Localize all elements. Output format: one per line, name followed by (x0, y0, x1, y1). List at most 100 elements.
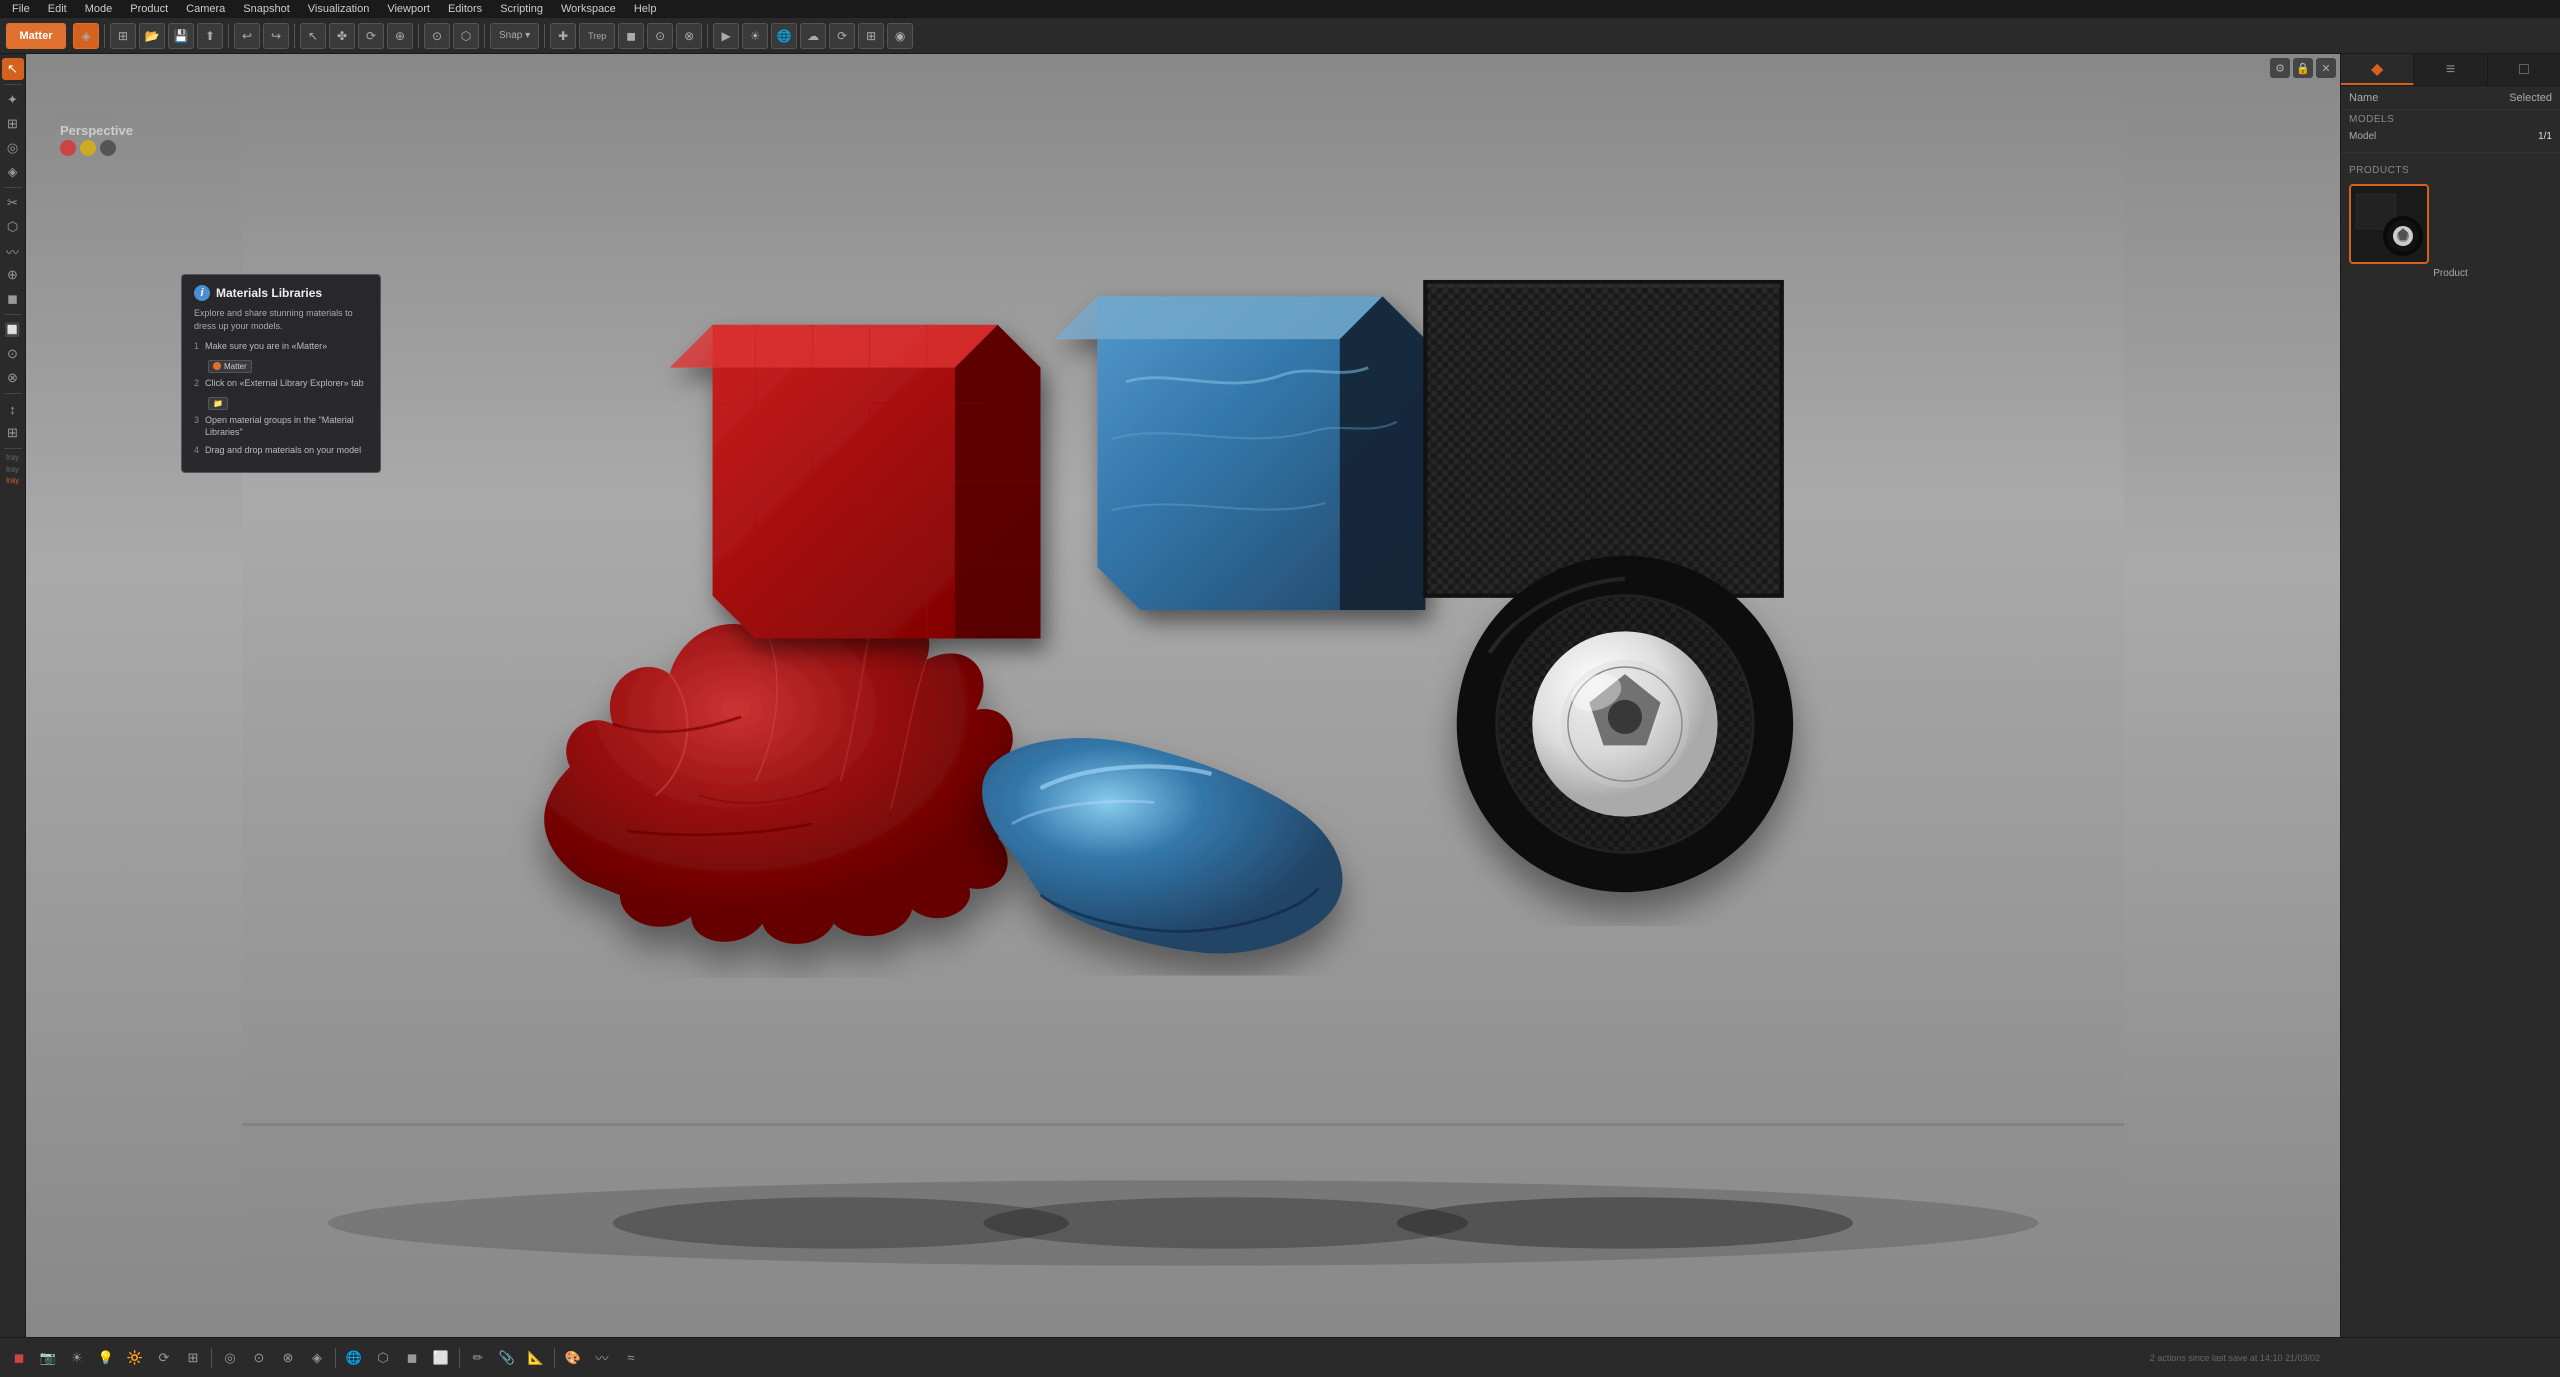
toolbar-sync[interactable]: ⟳ (829, 23, 855, 49)
bt-light1[interactable]: 💡 (93, 1345, 119, 1371)
bt-grid[interactable]: ⊞ (180, 1345, 206, 1371)
bt-scene2[interactable]: ⊙ (246, 1345, 272, 1371)
left-tool-14[interactable]: ⊞ (2, 422, 24, 444)
bt-render[interactable]: ◼ (6, 1345, 32, 1371)
bt-pen[interactable]: ✏ (465, 1345, 491, 1371)
menu-scripting[interactable]: Scripting (492, 1, 551, 17)
product-thumbnail[interactable] (2349, 184, 2429, 264)
bt-measure[interactable]: 📐 (523, 1345, 549, 1371)
menu-visualization[interactable]: Visualization (300, 1, 378, 17)
bt-extra2[interactable]: ⬡ (370, 1345, 396, 1371)
toolbar-cloud[interactable]: ☁ (800, 23, 826, 49)
toolbar-snap-dropdown[interactable]: Snap ▾ (490, 23, 539, 49)
toolbar-trep[interactable]: Trep (579, 23, 615, 49)
menu-product[interactable]: Product (122, 1, 176, 17)
bt-scene3[interactable]: ⊗ (275, 1345, 301, 1371)
menu-workspace[interactable]: Workspace (553, 1, 624, 17)
toolbar-rotate[interactable]: ⟳ (358, 23, 384, 49)
toolbar-cam2[interactable]: ⊗ (676, 23, 702, 49)
left-tool-13[interactable]: ↕ (2, 398, 24, 420)
viewport-3d[interactable]: Product Perspective ⚙ 🔒 ✕ (26, 54, 2340, 1337)
menu-edit[interactable]: Edit (40, 1, 75, 17)
toolbar-light[interactable]: ☀ (742, 23, 768, 49)
menu-file[interactable]: File (4, 1, 38, 17)
rp-tab-properties[interactable]: ◆ (2341, 54, 2414, 85)
toolbar-mode-btn[interactable]: ◈ (73, 23, 99, 49)
bt-sep-4 (554, 1348, 555, 1368)
left-tool-11[interactable]: ⊙ (2, 343, 24, 365)
left-tool-1[interactable]: ✦ (2, 89, 24, 111)
bt-hdri[interactable]: ☀ (64, 1345, 90, 1371)
left-tool-12[interactable]: ⊗ (2, 367, 24, 389)
app-logo: Matter (6, 23, 66, 49)
vp-icon-red[interactable] (60, 140, 76, 156)
toolbar-snap[interactable]: ⊙ (424, 23, 450, 49)
toolbar-extra1[interactable]: ⊞ (858, 23, 884, 49)
bt-extra1[interactable]: 🌐 (341, 1345, 367, 1371)
vp-icon-dark[interactable] (100, 140, 116, 156)
tooltip-folder-btn[interactable]: 📁 (208, 397, 228, 410)
menu-help[interactable]: Help (626, 1, 665, 17)
toolbar-open[interactable]: 📂 (139, 23, 165, 49)
menu-camera[interactable]: Camera (178, 1, 233, 17)
toolbar-select[interactable]: ↖ (300, 23, 326, 49)
bt-curve[interactable]: 〰 (589, 1345, 615, 1371)
menu-mode[interactable]: Mode (77, 1, 121, 17)
bt-light2[interactable]: 🔆 (122, 1345, 148, 1371)
vp-tr-close[interactable]: ✕ (2316, 58, 2336, 78)
viewport-label-area: Product Perspective (52, 108, 141, 160)
bt-mat[interactable]: ◈ (304, 1345, 330, 1371)
menu-viewport[interactable]: Viewport (379, 1, 438, 17)
toolbar-env[interactable]: 🌐 (771, 23, 797, 49)
menu-snapshot[interactable]: Snapshot (235, 1, 297, 17)
left-tool-8[interactable]: ⊕ (2, 264, 24, 286)
bt-snapshot[interactable]: 📷 (35, 1345, 61, 1371)
menubar: File Edit Mode Product Camera Snapshot V… (0, 0, 2560, 18)
bt-extra3[interactable]: ◼ (399, 1345, 425, 1371)
bt-anim[interactable]: ⟳ (151, 1345, 177, 1371)
iray-label-1[interactable]: Iray (6, 453, 19, 463)
left-tool-9[interactable]: ◼ (2, 288, 24, 310)
bt-color[interactable]: 🎨 (560, 1345, 586, 1371)
toolbar-save[interactable]: 💾 (168, 23, 194, 49)
toolbar-cam1[interactable]: ⊙ (647, 23, 673, 49)
toolbar-anim[interactable]: ▶ (713, 23, 739, 49)
left-tool-5[interactable]: ✂ (2, 192, 24, 214)
iray-label-3[interactable]: Iray (6, 476, 19, 486)
rp-tab-scene[interactable]: ≡ (2414, 54, 2487, 85)
bt-clip[interactable]: 📎 (494, 1345, 520, 1371)
left-tool-2[interactable]: ⊞ (2, 113, 24, 135)
vp-icon-yellow[interactable] (80, 140, 96, 156)
bt-scene1[interactable]: ◎ (217, 1345, 243, 1371)
bt-extra4[interactable]: ⬜ (428, 1345, 454, 1371)
toolbar-redo[interactable]: ↪ (263, 23, 289, 49)
vp-tr-settings[interactable]: ⚙ (2270, 58, 2290, 78)
toolbar-new[interactable]: ⊞ (110, 23, 136, 49)
iray-label-2[interactable]: Iray (6, 465, 19, 475)
matter-label: Matter (224, 362, 247, 371)
header-selected-label: Selected (2509, 92, 2552, 104)
toolbar-undo[interactable]: ↩ (234, 23, 260, 49)
step-num-3: 3 (194, 414, 199, 439)
menu-editors[interactable]: Editors (440, 1, 490, 17)
step-num-1: 1 (194, 340, 199, 353)
bt-wave[interactable]: ≈ (618, 1345, 644, 1371)
product-thumbnail-svg (2351, 186, 2427, 262)
tooltip-matter-btn[interactable]: Matter (208, 360, 252, 373)
left-tool-6[interactable]: ⬡ (2, 216, 24, 238)
rp-tab-library[interactable]: □ (2488, 54, 2560, 85)
left-tool-select[interactable]: ↖ (2, 58, 24, 80)
left-tool-10[interactable]: 🔲 (2, 319, 24, 341)
vp-tr-lock[interactable]: 🔒 (2293, 58, 2313, 78)
toolbar-export[interactable]: ⬆ (197, 23, 223, 49)
left-tool-7[interactable]: 〰 (2, 240, 24, 262)
toolbar-magnet[interactable]: ⬡ (453, 23, 479, 49)
left-tool-4[interactable]: ◈ (2, 161, 24, 183)
toolbar-move[interactable]: ✤ (329, 23, 355, 49)
toolbar-scale[interactable]: ⊕ (387, 23, 413, 49)
rp-divider (2341, 152, 2560, 153)
toolbar-render[interactable]: ◼ (618, 23, 644, 49)
toolbar-extra2[interactable]: ◉ (887, 23, 913, 49)
left-tool-3[interactable]: ◎ (2, 137, 24, 159)
toolbar-add[interactable]: ✚ (550, 23, 576, 49)
